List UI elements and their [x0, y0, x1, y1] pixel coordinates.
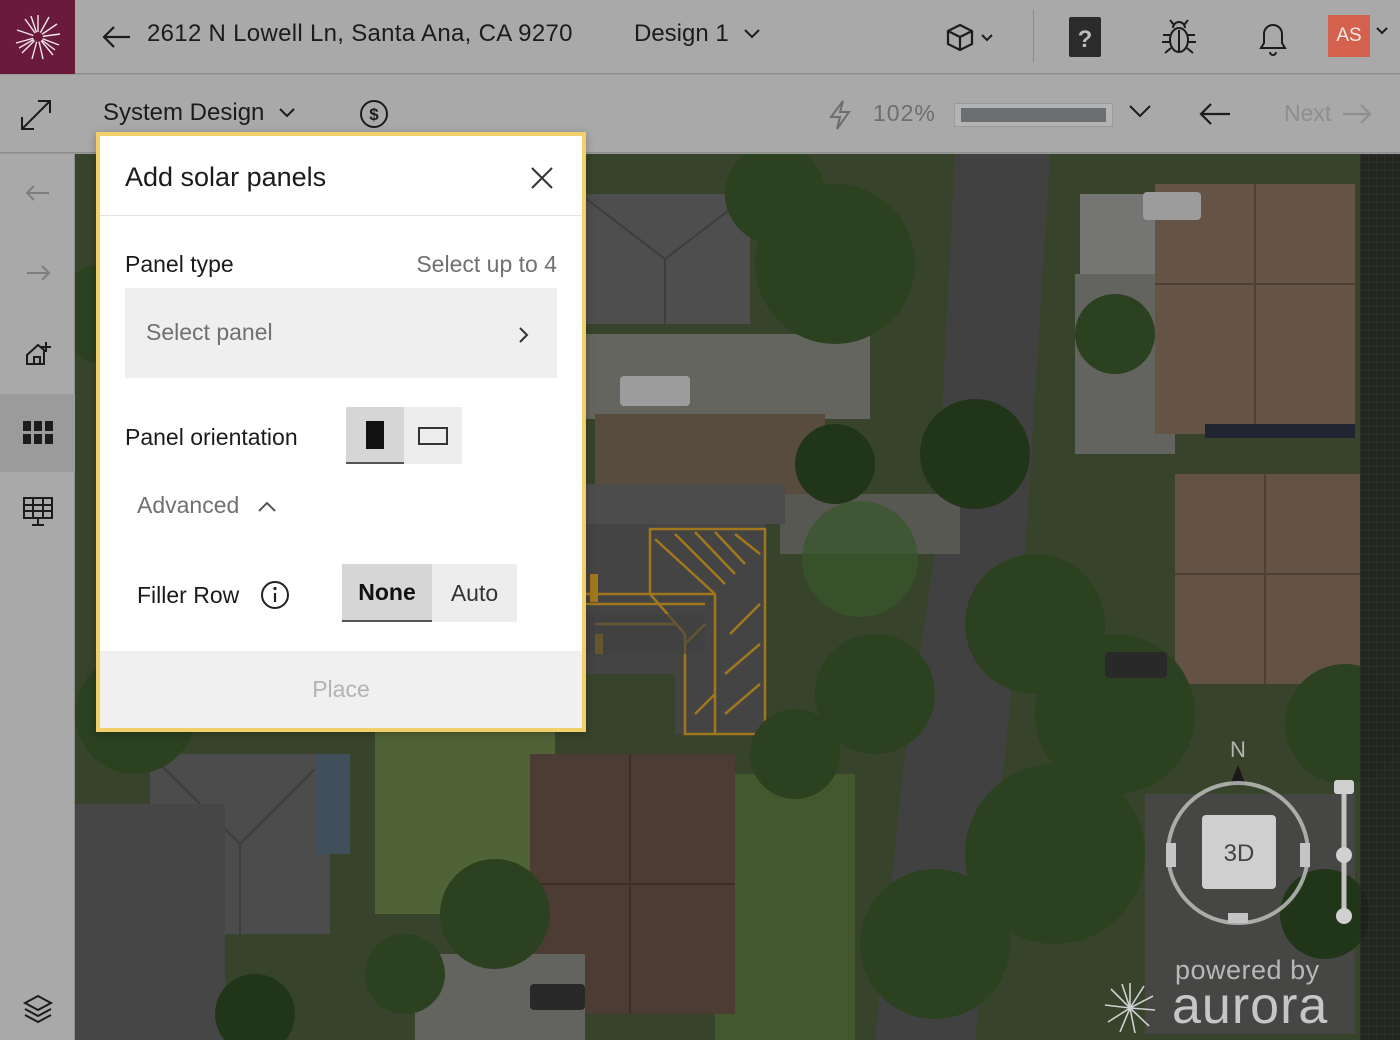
svg-text:?: ?: [1078, 26, 1093, 53]
add-structure-icon[interactable]: [0, 316, 75, 394]
portrait-icon: [366, 420, 384, 449]
layers-icon[interactable]: [0, 976, 75, 1040]
mode-selector[interactable]: System Design: [103, 99, 296, 127]
undo-icon[interactable]: [0, 154, 75, 232]
energy-offset-value: 102%: [873, 100, 936, 126]
energy-offset-fill: [961, 108, 1106, 122]
help-book-icon[interactable]: ?: [1062, 14, 1108, 60]
divider: [1033, 10, 1034, 62]
next-label: Next: [1284, 100, 1332, 126]
dialog-header: Add solar panels: [100, 136, 582, 216]
top-bar: 2612 N Lowell Ln, Santa Ana, CA 9270 Des…: [0, 0, 1400, 74]
chevron-up-icon: [258, 501, 277, 512]
svg-text:$: $: [369, 105, 379, 124]
panel-type-hint: Select up to 4: [416, 251, 557, 277]
zoom-slider[interactable]: [1330, 780, 1360, 930]
close-icon[interactable]: [528, 164, 556, 192]
chevron-down-icon: [744, 29, 760, 39]
filler-auto-button[interactable]: Auto: [432, 564, 517, 622]
chevron-right-icon: [519, 327, 529, 343]
map-grid-edge: [1360, 154, 1400, 1040]
design-name: Design 1: [634, 20, 729, 47]
panels-grid-icon[interactable]: [0, 394, 75, 472]
landscape-icon: [418, 426, 448, 445]
compass-north-label: N: [1230, 737, 1246, 762]
notifications-bell-icon[interactable]: [1250, 14, 1296, 60]
info-icon[interactable]: [260, 580, 290, 610]
next-arrow-icon: [1343, 103, 1372, 124]
dialog-title: Add solar panels: [125, 162, 327, 192]
previous-arrow-icon[interactable]: [1198, 101, 1232, 127]
advanced-label: Advanced: [137, 492, 240, 518]
add-solar-panels-dialog: Add solar panels Panel type Select up to…: [96, 132, 586, 732]
expand-icon[interactable]: [18, 97, 54, 133]
chevron-down-icon[interactable]: [1375, 26, 1389, 36]
chevron-down-icon: [279, 108, 296, 118]
user-avatar[interactable]: AS: [1328, 15, 1370, 57]
filler-row-label: Filler Row: [137, 582, 240, 608]
back-arrow-icon[interactable]: [100, 20, 134, 54]
portrait-orientation-button[interactable]: [346, 407, 404, 464]
filler-row-toggle: None Auto: [342, 564, 517, 622]
design-selector[interactable]: Design 1: [634, 20, 761, 48]
3d-view-icon[interactable]: [938, 14, 998, 60]
aurora-brand: aurora: [1172, 977, 1329, 1035]
place-button[interactable]: Place: [100, 651, 582, 728]
select-panel-placeholder: Select panel: [146, 319, 273, 345]
compass-3d-control[interactable]: N 3D: [1160, 735, 1320, 935]
left-toolbar: [0, 154, 75, 1040]
energy-offset-bar: [954, 103, 1113, 127]
next-button[interactable]: Next: [1284, 100, 1373, 127]
lightning-bolt-icon: [829, 100, 851, 130]
mode-label: System Design: [103, 99, 265, 126]
view-3d-toggle[interactable]: 3D: [1224, 840, 1255, 867]
project-address[interactable]: 2612 N Lowell Ln, Santa Ana, CA 9270: [147, 20, 573, 48]
chevron-down-icon[interactable]: [1128, 103, 1152, 119]
aurora-logo-icon[interactable]: [0, 0, 75, 74]
select-panel-field[interactable]: Select panel: [125, 288, 557, 378]
filler-none-button[interactable]: None: [342, 564, 432, 622]
panel-orientation-label: Panel orientation: [125, 424, 298, 450]
solar-array-icon[interactable]: [0, 472, 75, 550]
aurora-sun-icon: [1104, 983, 1156, 1034]
pricing-dollar-icon[interactable]: $: [359, 99, 389, 129]
orientation-toggle: [346, 407, 462, 464]
panel-type-label: Panel type: [125, 251, 234, 277]
landscape-orientation-button[interactable]: [404, 407, 462, 464]
redo-icon[interactable]: [0, 234, 75, 312]
bug-report-icon[interactable]: [1156, 14, 1202, 60]
advanced-toggle[interactable]: Advanced: [137, 492, 277, 519]
